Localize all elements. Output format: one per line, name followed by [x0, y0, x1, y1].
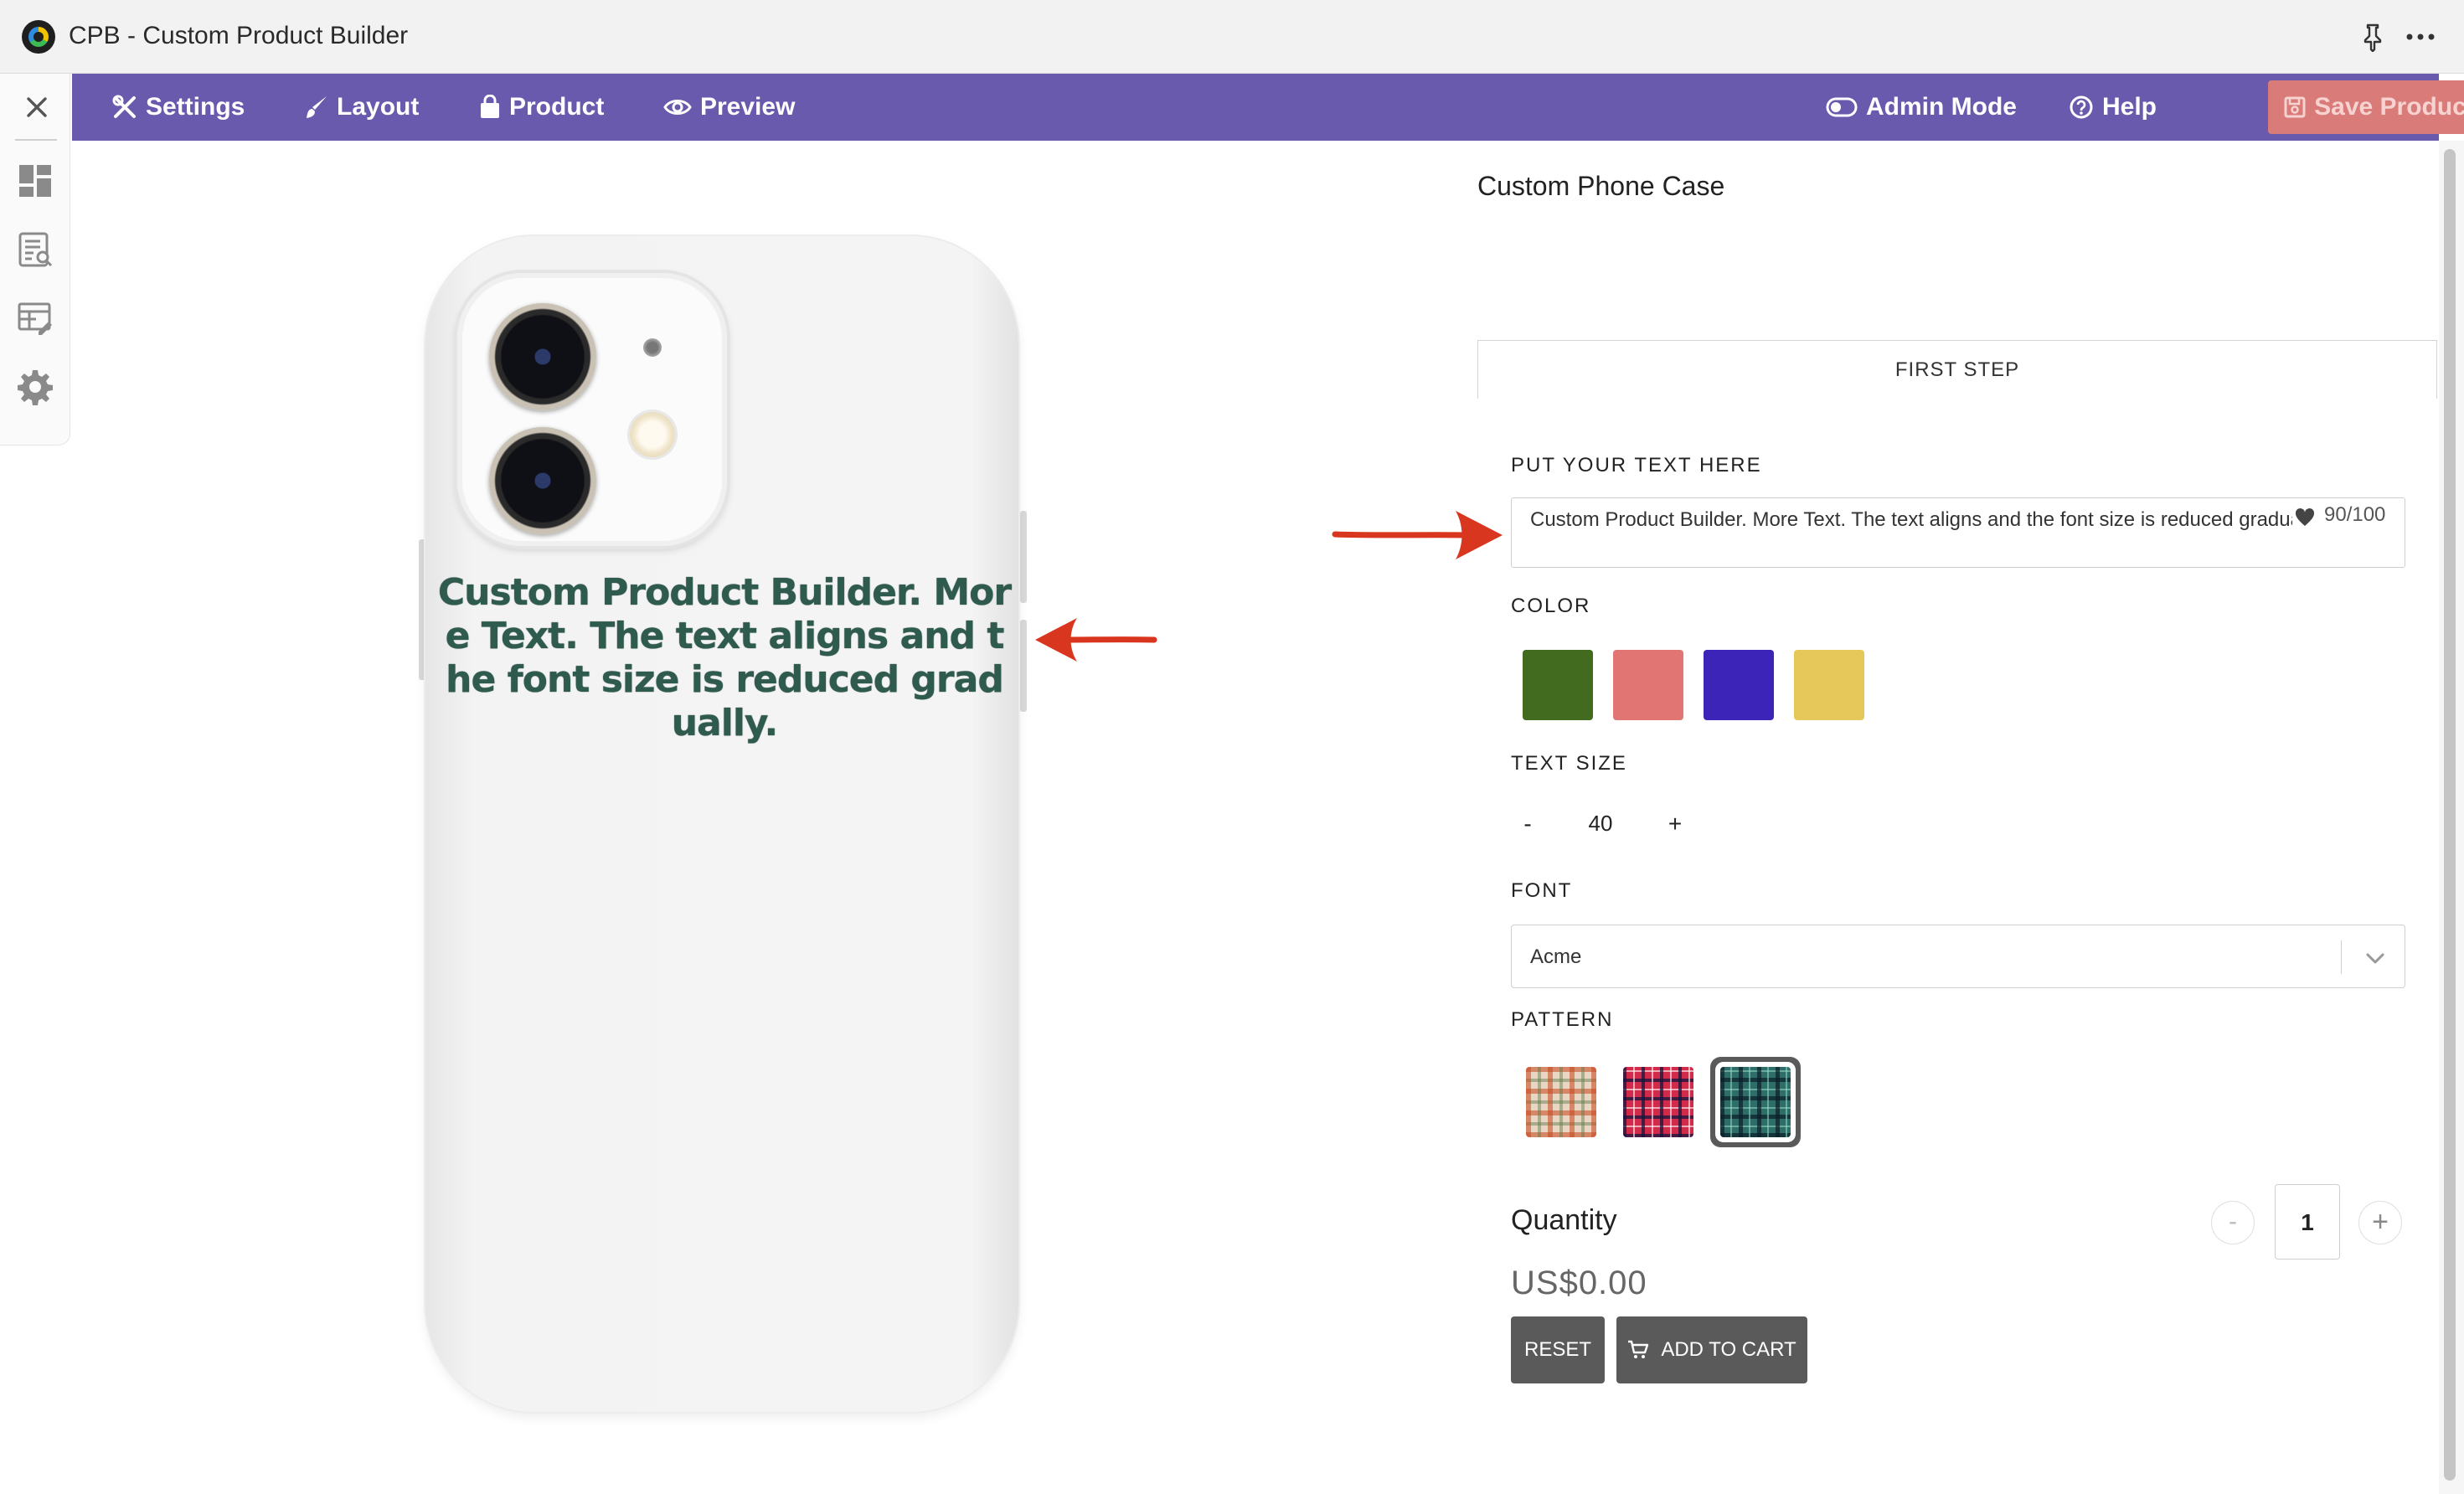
title-bar: CPB - Custom Product Builder: [0, 0, 2464, 74]
step-tab-first[interactable]: FIRST STEP: [1477, 340, 2437, 399]
color-swatch-green[interactable]: [1523, 650, 1593, 720]
tools-icon: [112, 95, 136, 118]
pin-icon[interactable]: [2360, 22, 2385, 52]
preview-tab[interactable]: Preview: [663, 74, 795, 141]
add-to-cart-label: ADD TO CART: [1661, 1338, 1796, 1361]
phone-side-button: [419, 539, 425, 680]
engraved-text-preview: Custom Product Builder. More Text. The t…: [437, 571, 1012, 744]
reset-button[interactable]: RESET: [1511, 1316, 1605, 1383]
pattern-label: PATTERN: [1511, 1008, 1614, 1031]
text-size-increase-button[interactable]: +: [1658, 807, 1692, 841]
preview-label: Preview: [700, 93, 796, 121]
phone-side-button: [1020, 620, 1027, 712]
floppy-icon: [2284, 96, 2306, 118]
product-title: Custom Phone Case: [1477, 171, 1725, 201]
eye-icon: [663, 100, 692, 115]
admin-mode-toggle[interactable]: Admin Mode: [1826, 74, 2017, 141]
toggle-icon: [1826, 97, 1858, 117]
select-divider: [2341, 940, 2342, 974]
save-product-button[interactable]: Save Product: [2268, 80, 2464, 134]
list-search-icon[interactable]: [17, 231, 54, 268]
product-tab[interactable]: Product: [479, 74, 604, 141]
gear-icon[interactable]: [17, 368, 54, 405]
table-edit-icon[interactable]: [17, 300, 54, 337]
save-product-label: Save Product: [2314, 93, 2464, 121]
product-price: US$0.00: [1511, 1265, 1647, 1301]
bag-icon: [481, 95, 499, 118]
text-field-label: PUT YOUR TEXT HERE: [1511, 454, 1762, 477]
quantity-increase-button[interactable]: +: [2358, 1201, 2402, 1244]
quantity-label: Quantity: [1511, 1204, 1617, 1236]
main-toolbar: Settings Layout Product Preview Admin Mo…: [72, 74, 2464, 141]
font-select-value: Acme: [1530, 945, 1582, 968]
help-button[interactable]: Help: [2069, 74, 2157, 141]
help-icon: [2070, 95, 2093, 119]
text-size-label: TEXT SIZE: [1511, 752, 1627, 775]
dashboard-icon[interactable]: [17, 162, 54, 199]
annotation-arrow-right-icon: [1332, 511, 1503, 559]
settings-tab[interactable]: Settings: [112, 74, 245, 141]
rail-divider: [15, 139, 57, 141]
color-label: COLOR: [1511, 595, 1591, 617]
brush-icon: [307, 96, 327, 118]
color-swatch-salmon[interactable]: [1613, 650, 1683, 720]
camera-lens-icon: [489, 303, 596, 410]
layout-label: Layout: [337, 93, 420, 121]
character-counter: 90/100: [2324, 503, 2386, 526]
text-size-decrease-button[interactable]: -: [1511, 807, 1544, 841]
camera-module: [457, 273, 727, 546]
phone-side-button: [1020, 511, 1027, 603]
custom-text-value[interactable]: Custom Product Builder. More Text. The t…: [1530, 508, 2292, 532]
quantity-input[interactable]: 1: [2275, 1184, 2340, 1260]
color-swatch-indigo[interactable]: [1704, 650, 1774, 720]
settings-label: Settings: [146, 93, 245, 121]
heart-icon: [2295, 507, 2315, 526]
font-select[interactable]: Acme: [1511, 925, 2405, 988]
more-icon[interactable]: [2404, 22, 2437, 52]
close-icon[interactable]: [20, 90, 54, 124]
color-swatch-yellow[interactable]: [1794, 650, 1864, 720]
scrollbar-thumb[interactable]: [2444, 149, 2456, 1481]
layout-tab[interactable]: Layout: [305, 74, 419, 141]
font-label: FONT: [1511, 879, 1573, 902]
window-title: CPB - Custom Product Builder: [69, 22, 409, 49]
microphone-icon: [643, 338, 662, 357]
text-size-value: 40: [1588, 811, 1613, 836]
product-label: Product: [509, 93, 605, 121]
pattern-option-teal-plaid[interactable]: [1720, 1067, 1791, 1137]
app-logo-icon: [22, 20, 55, 54]
cart-icon: [1628, 1340, 1649, 1358]
admin-mode-label: Admin Mode: [1866, 93, 2017, 121]
add-to-cart-button[interactable]: ADD TO CART: [1616, 1316, 1807, 1383]
flash-icon: [630, 412, 675, 457]
help-label: Help: [2102, 93, 2157, 121]
left-rail: [0, 74, 70, 446]
pattern-option-orange-plaid[interactable]: [1526, 1067, 1596, 1137]
pattern-option-red-plaid[interactable]: [1623, 1067, 1693, 1137]
quantity-decrease-button[interactable]: -: [2211, 1201, 2255, 1244]
reset-label: RESET: [1523, 1338, 1591, 1361]
phone-preview: Custom Product Builder. More Text. The t…: [410, 226, 1047, 1424]
chevron-down-icon[interactable]: [2363, 945, 2388, 971]
custom-text-input[interactable]: Custom Product Builder. More Text. The t…: [1511, 497, 2405, 568]
camera-lens-icon: [489, 427, 596, 534]
annotation-arrow-left-icon: [1035, 618, 1157, 662]
